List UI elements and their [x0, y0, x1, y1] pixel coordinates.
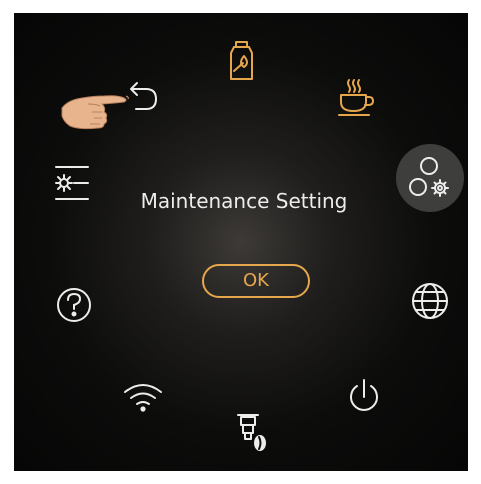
power-icon[interactable] [342, 375, 386, 419]
help-icon[interactable] [52, 283, 96, 327]
bean-container-icon[interactable] [220, 39, 264, 83]
coffee-cup-icon[interactable] [332, 76, 376, 120]
ok-button[interactable]: OK [202, 264, 310, 298]
dialog-title: Maintenance Setting [140, 189, 348, 213]
globe-icon[interactable] [408, 279, 452, 323]
filter-icon[interactable] [229, 411, 273, 455]
pointing-hand-image [60, 88, 132, 134]
machine-screen: Maintenance Setting OK [14, 13, 468, 471]
wifi-icon[interactable] [121, 376, 165, 420]
maintenance-settings-icon[interactable] [407, 155, 453, 201]
settings-list-icon[interactable] [50, 161, 94, 205]
dialog-title-wrap: Maintenance Setting [124, 189, 364, 219]
